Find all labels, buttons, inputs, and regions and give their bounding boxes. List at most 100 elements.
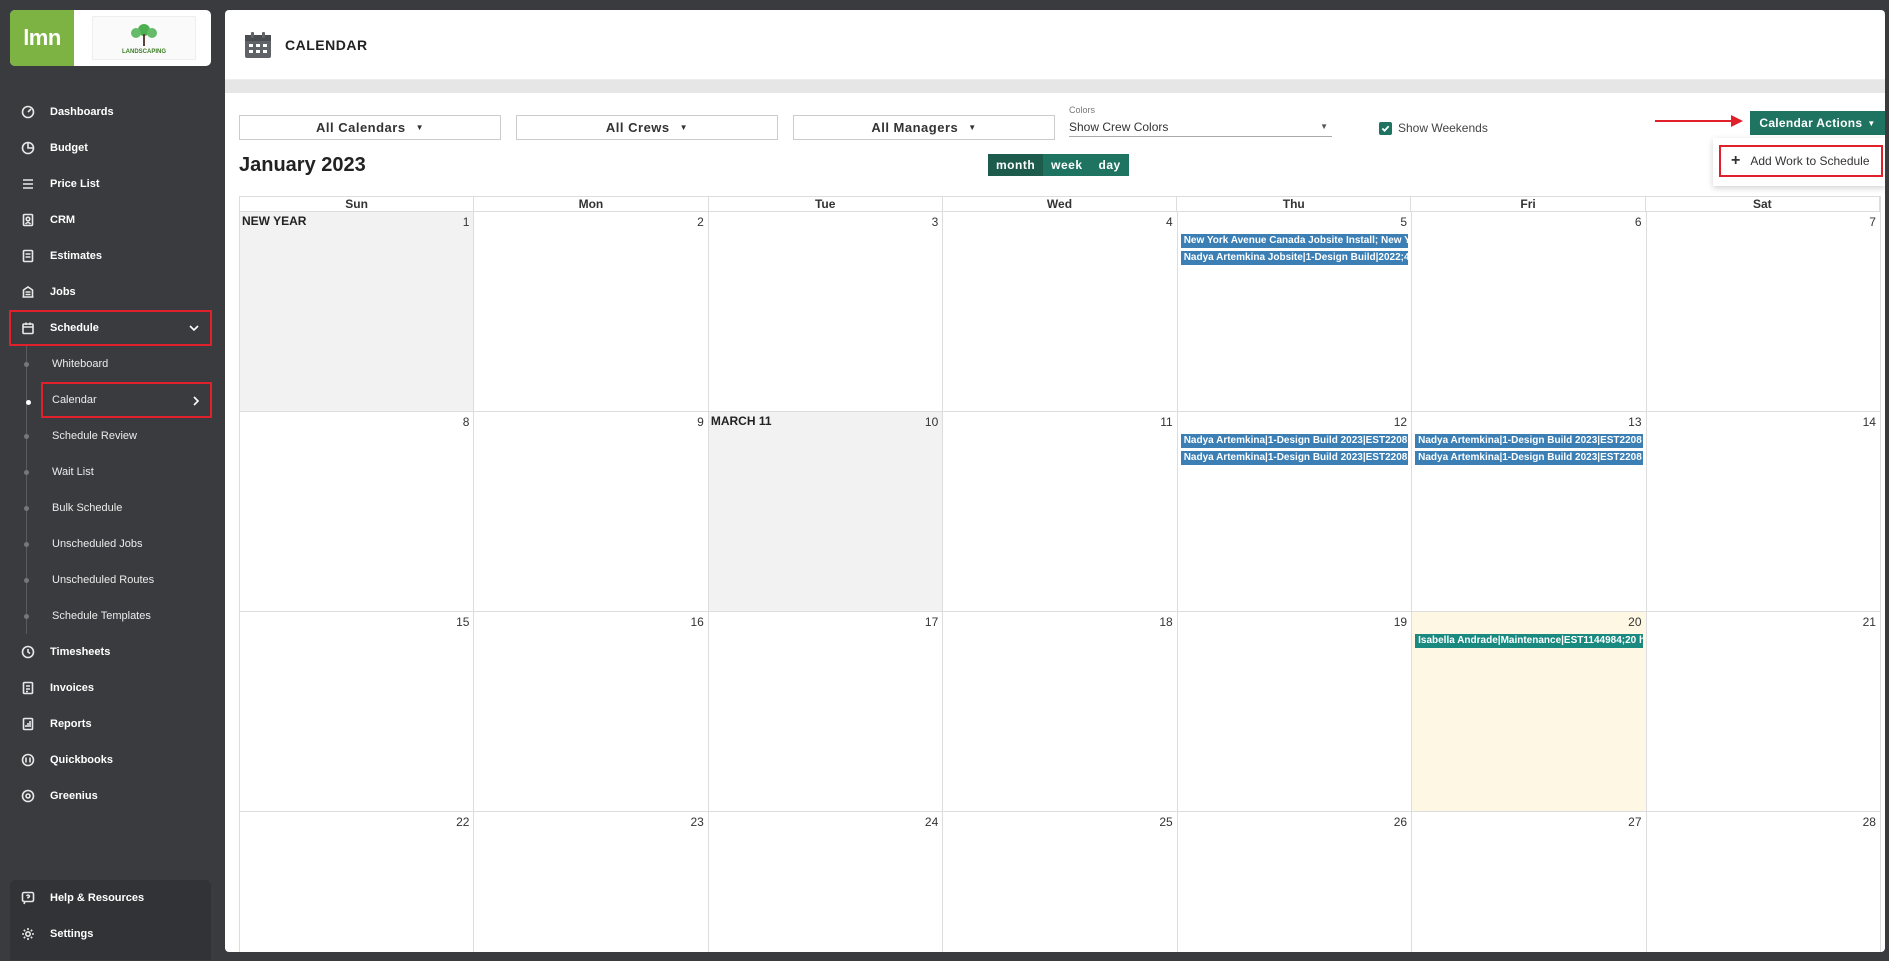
sidebar-subitem-wait-list[interactable]: Wait List [0, 454, 225, 490]
calendar-day-cell[interactable]: 7 [1647, 212, 1881, 411]
sidebar-item-jobs[interactable]: Jobs [0, 274, 225, 310]
caret-down-icon: ▼ [415, 123, 424, 132]
chevron-down-icon[interactable] [188, 322, 200, 334]
sidebar-item-price-list[interactable]: Price List [0, 166, 225, 202]
calendar-event[interactable]: Isabella Andrade|Maintenance|EST1144984;… [1415, 634, 1643, 648]
calendar-actions-button[interactable]: Calendar Actions ▼ [1750, 111, 1885, 135]
day-number[interactable]: 2 [697, 215, 704, 229]
day-number[interactable]: 18 [1159, 615, 1172, 629]
day-number[interactable]: 13 [1628, 415, 1641, 429]
calendar-day-cell[interactable]: 10 MARCH 11 [708, 412, 944, 611]
sidebar-subitem-unscheduled-routes[interactable]: Unscheduled Routes [0, 562, 225, 598]
sidebar-item-settings[interactable]: Settings [10, 916, 211, 952]
day-number[interactable]: 6 [1635, 215, 1642, 229]
day-number[interactable]: 22 [456, 815, 469, 829]
calendar-day-cell[interactable]: 12 Nadya Artemkina|1-Design Build 2023|ES… [1178, 412, 1413, 611]
sidebar-item-invoices[interactable]: Invoices [0, 670, 225, 706]
day-number[interactable]: 25 [1159, 815, 1172, 829]
day-number[interactable]: 14 [1863, 415, 1876, 429]
sidebar-subitem-whiteboard[interactable]: Whiteboard [0, 346, 225, 382]
calendar-day-cell[interactable]: 22 [240, 812, 475, 952]
crews-dropdown[interactable]: All Crews ▼ [516, 115, 778, 140]
day-number[interactable]: 4 [1166, 215, 1173, 229]
day-number[interactable]: 23 [690, 815, 703, 829]
sidebar-item-estimates[interactable]: Estimates [0, 238, 225, 274]
calendar-event[interactable]: New York Avenue Canada Jobsite Install; … [1180, 234, 1409, 248]
calendar-event[interactable]: Nadya Artemkina|1-Design Build 2023|EST2… [1415, 434, 1643, 448]
sidebar-item-timesheets[interactable]: Timesheets [0, 634, 225, 670]
day-number[interactable]: 21 [1863, 615, 1876, 629]
day-number[interactable]: 20 [1628, 615, 1641, 629]
day-number[interactable]: 7 [1869, 215, 1876, 229]
calendar-day-cell[interactable]: 16 [474, 612, 709, 811]
show-weekends-toggle[interactable]: Show Weekends [1379, 121, 1488, 135]
day-number[interactable]: 1 [463, 215, 470, 229]
calendar-day-cell[interactable]: 21 [1647, 612, 1881, 811]
calendar-day-cell[interactable]: 1 NEW YEAR [240, 212, 475, 411]
clock-icon [20, 644, 36, 660]
calendars-dropdown[interactable]: All Calendars ▼ [239, 115, 501, 140]
view-day-button[interactable]: day [1090, 154, 1129, 176]
show-weekends-checkbox[interactable] [1379, 121, 1392, 135]
day-number[interactable]: 12 [1394, 415, 1407, 429]
calendar-day-cell[interactable]: 25 [943, 812, 1178, 952]
sidebar-item-greenius[interactable]: Greenius [0, 778, 225, 814]
calendar-day-cell[interactable]: 13 Nadya Artemkina|1-Design Build 2023|ES… [1412, 412, 1647, 611]
sidebar-item-quickbooks[interactable]: Quickbooks [0, 742, 225, 778]
day-number[interactable]: 28 [1863, 815, 1876, 829]
sidebar-subitem-bulk-schedule[interactable]: Bulk Schedule [0, 490, 225, 526]
day-number[interactable]: 17 [925, 615, 938, 629]
sidebar-item-reports[interactable]: Reports [0, 706, 225, 742]
day-number[interactable]: 27 [1628, 815, 1641, 829]
sidebar-subitem-unscheduled-jobs[interactable]: Unscheduled Jobs [0, 526, 225, 562]
day-number[interactable]: 11 [1160, 415, 1172, 429]
day-number[interactable]: 3 [932, 215, 939, 229]
day-number[interactable]: 15 [456, 615, 469, 629]
sidebar-subitem-schedule-review[interactable]: Schedule Review [0, 418, 225, 454]
view-week-button[interactable]: week [1043, 154, 1091, 176]
calendar-day-cell[interactable]: 3 [709, 212, 944, 411]
calendar-day-cell[interactable]: 5 New York Avenue Canada Jobsite Install;… [1178, 212, 1413, 411]
calendar-day-cell[interactable]: 8 [240, 412, 475, 611]
view-month-button[interactable]: month [988, 154, 1044, 176]
add-work-to-schedule-item[interactable]: + Add Work to Schedule [1719, 145, 1883, 177]
sidebar-item-crm[interactable]: CRM [0, 202, 225, 238]
sidebar-item-dashboards[interactable]: Dashboards [0, 94, 225, 130]
calendar-day-cell[interactable]: 17 [709, 612, 944, 811]
calendar-day-cell[interactable]: 2 [474, 212, 709, 411]
calendar-day-cell[interactable]: 26 [1178, 812, 1413, 952]
calendar-day-cell[interactable]: 18 [943, 612, 1178, 811]
calendar-event[interactable]: Nadya Artemkina|1-Design Build 2023|EST2… [1180, 434, 1409, 448]
day-number[interactable]: 16 [690, 615, 703, 629]
sidebar-item-help-resources[interactable]: Help & Resources [10, 880, 211, 916]
calendar-day-cell[interactable]: 15 [240, 612, 475, 811]
calendar-day-cell[interactable]: 11 [943, 412, 1178, 611]
calendar-day-cell[interactable]: 27 [1412, 812, 1647, 952]
lmn-logo[interactable]: lmn [10, 10, 74, 66]
managers-dropdown[interactable]: All Managers ▼ [793, 115, 1055, 140]
day-number[interactable]: 26 [1394, 815, 1407, 829]
calendar-event[interactable]: Nadya Artemkina|1-Design Build 2023|EST2… [1415, 451, 1643, 465]
calendar-day-cell[interactable]: 28 [1647, 812, 1881, 952]
day-number[interactable]: 9 [697, 415, 704, 429]
day-number[interactable]: 10 [925, 415, 938, 429]
calendar-day-cell[interactable]: 14 [1647, 412, 1881, 611]
day-number[interactable]: 5 [1400, 215, 1407, 229]
calendar-event[interactable]: Nadya Artemkina Jobsite|1-Design Build|2… [1180, 251, 1409, 265]
sidebar-item-budget[interactable]: Budget [0, 130, 225, 166]
calendar-event[interactable]: Nadya Artemkina|1-Design Build 2023|EST2… [1180, 451, 1409, 465]
calendar-day-cell[interactable]: 9 [474, 412, 709, 611]
sidebar-subitem-calendar[interactable]: Calendar [26, 382, 212, 418]
sidebar-subitem-schedule-templates[interactable]: Schedule Templates [0, 598, 225, 634]
day-number[interactable]: 8 [463, 415, 470, 429]
calendar-day-cell[interactable]: 24 [709, 812, 944, 952]
calendar-day-cell[interactable]: 20 Isabella Andrade|Maintenance|EST114498… [1412, 612, 1647, 811]
day-number[interactable]: 19 [1394, 615, 1407, 629]
colors-select[interactable]: Show Crew Colors ▼ [1069, 117, 1332, 137]
calendar-day-cell[interactable]: 4 [943, 212, 1178, 411]
day-number[interactable]: 24 [925, 815, 938, 829]
calendar-day-cell[interactable]: 6 [1412, 212, 1647, 411]
sidebar-item-schedule[interactable]: Schedule [9, 310, 212, 346]
calendar-day-cell[interactable]: 23 [474, 812, 709, 952]
calendar-day-cell[interactable]: 19 [1178, 612, 1413, 811]
